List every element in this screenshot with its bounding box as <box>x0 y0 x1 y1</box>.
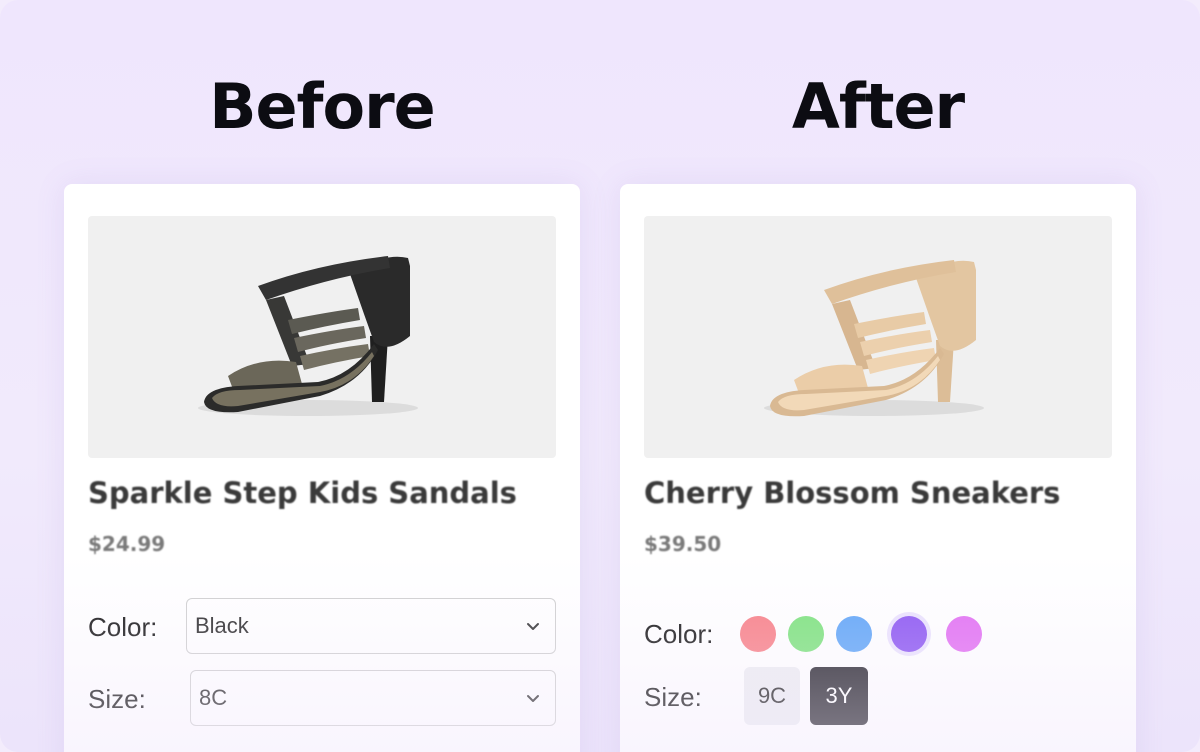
before-product-card: Sparkle Step Kids Sandals $24.99 Color: … <box>64 184 580 752</box>
after-heading: After <box>791 70 965 143</box>
before-product-title: Sparkle Step Kids Sandals <box>88 476 517 510</box>
after-size-label: Size: <box>644 682 702 712</box>
color-select[interactable]: Black <box>186 598 556 654</box>
size-select-value: 8C <box>199 685 228 710</box>
color-swatch-red[interactable] <box>740 616 776 652</box>
color-swatch-blue[interactable] <box>836 616 872 652</box>
after-product-image <box>644 216 1112 458</box>
color-swatch-magenta[interactable] <box>946 616 982 652</box>
size-option-9c[interactable]: 9C <box>744 667 800 725</box>
after-product-title: Cherry Blossom Sneakers <box>644 476 1061 510</box>
before-size-label: Size: <box>88 684 146 714</box>
before-heading: Before <box>209 70 436 143</box>
size-option-3y[interactable]: 3Y <box>810 667 868 725</box>
before-product-image <box>88 216 556 458</box>
size-select[interactable]: 8C <box>190 670 556 726</box>
before-product-price: $24.99 <box>88 532 166 556</box>
before-color-label: Color: <box>88 612 158 642</box>
after-product-price: $39.50 <box>644 532 722 556</box>
color-select-value: Black <box>195 613 249 638</box>
color-swatch-purple[interactable] <box>891 616 927 652</box>
after-color-label: Color: <box>644 619 714 649</box>
comparison-canvas: Before After Sparkle Step Kids Sandals $… <box>0 0 1200 752</box>
color-swatch-green[interactable] <box>788 616 824 652</box>
after-product-card: Cherry Blossom Sneakers $39.50 Color: Si… <box>620 184 1136 752</box>
chevron-down-icon <box>527 695 539 702</box>
sandal-black-image <box>198 256 418 416</box>
chevron-down-icon <box>527 623 539 630</box>
sandal-beige-image <box>764 260 984 417</box>
card-fade-overlay <box>620 554 1136 752</box>
